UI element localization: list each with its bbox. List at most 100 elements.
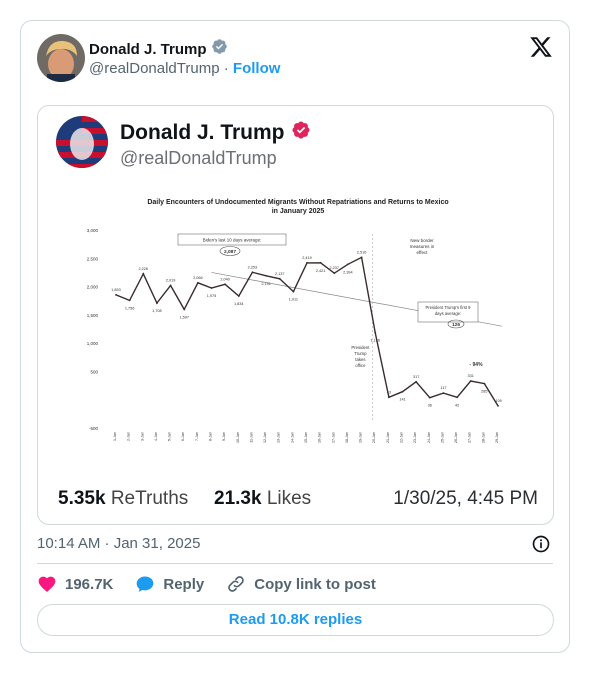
migrant-chart: Daily Encounters of Undocumented Migrant… bbox=[78, 198, 518, 448]
data-label: 1,756 bbox=[125, 306, 135, 310]
data-label: 285 bbox=[481, 390, 487, 394]
takes-office-line1: President bbox=[351, 345, 370, 350]
data-point bbox=[224, 283, 227, 286]
data-point bbox=[374, 331, 377, 334]
data-label: 2,066 bbox=[193, 276, 203, 280]
x-tick-label: 12-Jan bbox=[263, 432, 267, 443]
x-tick-label: 21-Jan bbox=[386, 432, 390, 443]
author-avatar[interactable] bbox=[37, 34, 85, 82]
x-tick-label: 18-Jan bbox=[345, 432, 349, 443]
new-border-line1: New border bbox=[410, 238, 434, 243]
x-tick-label: 27-Jan bbox=[468, 432, 472, 443]
data-label: 2,253 bbox=[248, 265, 258, 269]
data-label: 2,019 bbox=[166, 278, 176, 282]
pct-change-label: - 94% bbox=[469, 362, 483, 368]
takes-office-line4: office bbox=[355, 363, 366, 368]
post-card: Donald J. Trump @realDonaldTrump · Follo… bbox=[20, 20, 570, 653]
data-label: 1,834 bbox=[234, 302, 244, 306]
x-tick-label: 22-Jan bbox=[400, 432, 404, 443]
like-button[interactable]: 196.7K bbox=[37, 574, 113, 594]
x-tick-label: 23-Jan bbox=[413, 432, 417, 443]
copy-link-button[interactable]: Copy link to post bbox=[226, 574, 376, 594]
new-border-line2: measures in bbox=[410, 244, 435, 249]
data-point bbox=[183, 308, 186, 311]
data-point bbox=[428, 396, 431, 399]
data-label: 2,040 bbox=[220, 277, 230, 281]
y-tick-label: 500 bbox=[90, 369, 98, 374]
x-tick-label: 3-Jan bbox=[140, 432, 144, 441]
biden-avg-value: 2,087 bbox=[224, 249, 236, 255]
copy-link-label: Copy link to post bbox=[254, 575, 376, 593]
x-tick-label: 19-Jan bbox=[359, 432, 363, 443]
x-tick-label: 5-Jan bbox=[168, 432, 172, 441]
embedded-author-name: Donald J. Trump bbox=[120, 120, 285, 144]
author-handle[interactable]: @realDonaldTrump bbox=[89, 60, 220, 77]
author-handle-row: @realDonaldTrump · Follow bbox=[89, 60, 280, 77]
read-replies-button[interactable]: Read 10.8K replies bbox=[37, 604, 554, 636]
reply-bubble-icon bbox=[137, 576, 154, 592]
data-label: 141 bbox=[399, 398, 405, 402]
embedded-name-row: Donald J. Trump bbox=[120, 120, 311, 145]
data-label: 42 bbox=[455, 403, 459, 407]
embedded-post-date: 1/30/25, 4:45 PM bbox=[393, 488, 538, 509]
data-point bbox=[237, 295, 240, 297]
y-tick-label: 1,000 bbox=[87, 341, 99, 346]
data-label: 1,975 bbox=[207, 294, 217, 298]
data-label: 1,911 bbox=[289, 298, 298, 302]
y-tick-label: 2,000 bbox=[87, 285, 99, 290]
like-count: 196.7K bbox=[65, 575, 114, 593]
data-label: 1,597 bbox=[179, 315, 189, 319]
data-label: 36 bbox=[428, 404, 432, 408]
x-tick-label: 4-Jan bbox=[154, 432, 158, 441]
info-icon[interactable] bbox=[531, 534, 551, 554]
link-icon bbox=[228, 576, 245, 592]
post-timestamp[interactable]: 10:14 AM · Jan 31, 2025 bbox=[37, 535, 200, 552]
x-tick-label: 7-Jan bbox=[195, 432, 199, 441]
divider bbox=[37, 563, 553, 564]
data-label: 2,226 bbox=[139, 267, 149, 271]
y-tick-label: -500 bbox=[89, 426, 99, 431]
author-name[interactable]: Donald J. Trump bbox=[89, 41, 207, 58]
data-point bbox=[210, 287, 213, 289]
data-label: 331 bbox=[468, 374, 474, 378]
reply-button[interactable]: Reply bbox=[135, 574, 204, 594]
embedded-likes-count: 21.3k bbox=[214, 488, 262, 509]
data-point bbox=[196, 281, 199, 284]
x-tick-label: 20-Jan bbox=[372, 432, 376, 443]
data-point bbox=[483, 382, 486, 385]
chart-title: Daily Encounters of Undocumented Migrant… bbox=[78, 198, 518, 216]
x-tick-label: 9-Jan bbox=[222, 432, 226, 441]
x-tick-label: 13-Jan bbox=[277, 432, 281, 443]
takes-office-line2: Trump bbox=[354, 351, 367, 356]
y-tick-label: 2,500 bbox=[87, 256, 99, 261]
chart-title-line1: Daily Encounters of Undocumented Migrant… bbox=[147, 199, 449, 206]
data-point bbox=[292, 290, 295, 293]
data-point bbox=[360, 256, 363, 259]
author-name-row: Donald J. Trump bbox=[89, 38, 228, 60]
data-label: 117 bbox=[440, 386, 446, 390]
y-tick-label: 1,500 bbox=[87, 313, 99, 318]
trump-avg-label-line2: days average: bbox=[435, 311, 461, 316]
biden-avg-label: Biden's last 10 days average: bbox=[203, 238, 262, 243]
data-point bbox=[169, 284, 172, 287]
embedded-image[interactable]: Donald J. Trump @realDonaldTrump Daily E… bbox=[37, 105, 554, 525]
x-tick-label: 29-Jan bbox=[495, 432, 499, 443]
data-label: 1,853 bbox=[111, 288, 121, 292]
x-tick-label: 14-Jan bbox=[290, 432, 294, 443]
x-tick-label: 8-Jan bbox=[209, 432, 213, 441]
retruths-stat: 5.35k ReTruths bbox=[58, 488, 188, 510]
follow-button[interactable]: Follow bbox=[233, 60, 281, 77]
reply-label: Reply bbox=[163, 575, 205, 593]
data-point bbox=[401, 390, 404, 393]
data-point bbox=[497, 404, 499, 407]
action-bar: 196.7K Reply Copy link to post bbox=[37, 574, 398, 594]
data-point bbox=[415, 380, 418, 383]
data-label: 2,191 bbox=[261, 282, 271, 286]
x-tick-label: 24-Jan bbox=[427, 432, 431, 443]
data-point bbox=[142, 272, 145, 275]
x-logo-icon[interactable] bbox=[529, 35, 553, 59]
data-label: 2,237 bbox=[330, 266, 340, 270]
separator: · bbox=[223, 60, 229, 77]
data-point bbox=[306, 261, 308, 264]
heart-icon bbox=[38, 576, 56, 592]
